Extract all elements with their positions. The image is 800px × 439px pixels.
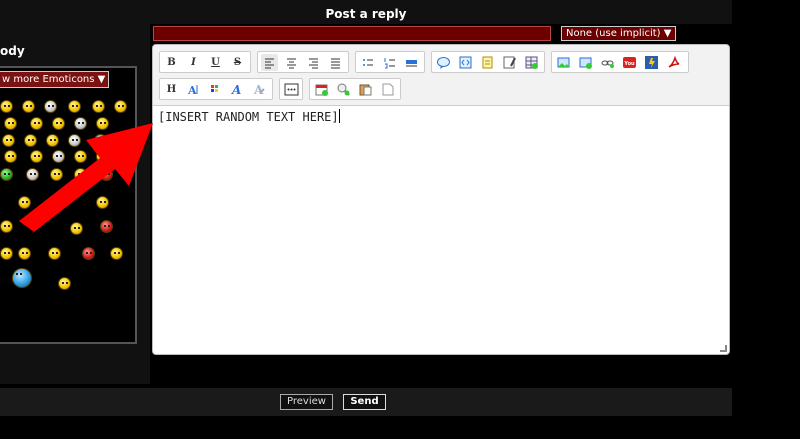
emoticon-icon[interactable] xyxy=(82,247,95,260)
font-family-icon[interactable]: A xyxy=(229,81,246,98)
flash-icon[interactable] xyxy=(643,54,660,71)
toolbar-group-media: You xyxy=(551,51,689,73)
emoticon-icon[interactable] xyxy=(0,100,13,113)
window-title-bar: Post a reply xyxy=(0,0,732,24)
youtube-icon[interactable]: You xyxy=(621,54,638,71)
document-icon[interactable] xyxy=(379,81,396,98)
svg-text:A: A xyxy=(231,83,241,97)
toolbar-group-align xyxy=(257,51,349,73)
font-size-icon[interactable]: A xyxy=(185,81,202,98)
attachment-icon[interactable] xyxy=(577,54,594,71)
clear-format-icon[interactable]: A xyxy=(251,81,268,98)
emoticon-icon[interactable] xyxy=(96,150,109,163)
toolbar-group-format: B I U S xyxy=(159,51,251,73)
body-label: ody xyxy=(0,44,25,58)
paste-icon[interactable] xyxy=(357,81,374,98)
emoticon-icon[interactable] xyxy=(74,117,87,130)
chevron-down-icon: ▼ xyxy=(97,74,106,85)
emoticon-icon[interactable] xyxy=(0,168,13,181)
emoticon-icon[interactable] xyxy=(18,247,31,260)
subject-input[interactable] xyxy=(153,26,551,41)
implicit-select[interactable]: None (use implicit) ▼ xyxy=(561,26,676,41)
emoticon-icon[interactable] xyxy=(68,134,81,147)
link-icon[interactable] xyxy=(599,54,616,71)
toolbar-group-insert xyxy=(431,51,545,73)
emoticon-icon[interactable] xyxy=(70,222,83,235)
italic-button[interactable]: I xyxy=(185,54,202,71)
color-icon[interactable] xyxy=(207,81,224,98)
emoticon-icon[interactable] xyxy=(52,117,65,130)
emoticon-icon[interactable] xyxy=(52,150,65,163)
toolbar-group-text-style: H A A A xyxy=(159,78,273,100)
emoticon-icon[interactable] xyxy=(58,277,71,290)
pdf-icon[interactable] xyxy=(665,54,682,71)
page-background xyxy=(732,0,800,439)
emoticon-icon[interactable] xyxy=(4,117,17,130)
emoticon-icon[interactable] xyxy=(74,168,87,181)
emoticon-icon[interactable] xyxy=(4,150,17,163)
image-icon[interactable] xyxy=(555,54,572,71)
more-emoticons-button[interactable]: w more Emoticons ▼ xyxy=(0,71,109,88)
note-icon[interactable] xyxy=(479,54,496,71)
emoticon-icon[interactable] xyxy=(114,100,127,113)
emoticon-icon[interactable] xyxy=(0,247,13,260)
emoticon-icon[interactable] xyxy=(46,134,59,147)
preview-button[interactable]: Preview xyxy=(280,394,333,410)
toolbar-group-lists xyxy=(355,51,425,73)
window-title: Post a reply xyxy=(325,7,407,21)
toolbar-group-clipboard xyxy=(309,78,401,100)
emoticon-icon[interactable] xyxy=(68,100,81,113)
message-text: [INSERT RANDOM TEXT HERE] xyxy=(158,110,339,124)
emoticon-icon[interactable] xyxy=(100,220,113,233)
emoticon-icon[interactable] xyxy=(22,100,35,113)
more-icon[interactable] xyxy=(283,81,300,98)
search-replace-icon[interactable] xyxy=(335,81,352,98)
emoticon-icon[interactable] xyxy=(2,134,15,147)
emoticon-icon[interactable] xyxy=(96,117,109,130)
numbered-list-icon[interactable] xyxy=(381,54,398,71)
code-icon[interactable] xyxy=(457,54,474,71)
bold-button[interactable]: B xyxy=(163,54,180,71)
emoticon-icon[interactable] xyxy=(26,168,39,181)
quote-icon[interactable] xyxy=(435,54,452,71)
send-button[interactable]: Send xyxy=(343,394,386,410)
align-justify-icon[interactable] xyxy=(327,54,344,71)
emoticon-icon[interactable] xyxy=(94,134,107,147)
emoticon-icon[interactable] xyxy=(50,168,63,181)
more-emoticons-label: w more Emoticons xyxy=(2,74,95,85)
align-right-icon[interactable] xyxy=(305,54,322,71)
emoticon-icon[interactable] xyxy=(12,268,32,288)
editor-toolbar: B I U S You H A A A xyxy=(153,45,729,106)
horizontal-rule-icon[interactable] xyxy=(403,54,420,71)
message-body[interactable]: [INSERT RANDOM TEXT HERE] xyxy=(158,109,340,124)
emoticon-icon[interactable] xyxy=(24,134,37,147)
bullet-list-icon[interactable] xyxy=(359,54,376,71)
underline-button[interactable]: U xyxy=(207,54,224,71)
heading-button[interactable]: H xyxy=(163,81,180,98)
align-center-icon[interactable] xyxy=(283,54,300,71)
table-icon[interactable] xyxy=(523,54,540,71)
emoticon-icon[interactable] xyxy=(74,150,87,163)
align-left-icon[interactable] xyxy=(261,54,278,71)
emoticon-icon[interactable] xyxy=(30,150,43,163)
date-icon[interactable] xyxy=(313,81,330,98)
emoticon-icon[interactable] xyxy=(96,196,109,209)
emoticon-icon[interactable] xyxy=(30,117,43,130)
emoticon-icon[interactable] xyxy=(114,134,127,147)
emoticon-icon[interactable] xyxy=(44,100,57,113)
svg-text:A: A xyxy=(187,84,197,97)
strikethrough-button[interactable]: S xyxy=(229,54,246,71)
text-caret xyxy=(338,109,340,123)
svg-text:You: You xyxy=(623,61,635,67)
emoticon-icon[interactable] xyxy=(92,100,105,113)
emoticon-icon[interactable] xyxy=(18,196,31,209)
emoticon-icon[interactable] xyxy=(0,220,13,233)
message-editor: B I U S You H A A A [INSERT RANDOM TEXT … xyxy=(152,44,730,355)
resize-handle-icon[interactable] xyxy=(720,345,727,352)
emoticon-icon[interactable] xyxy=(110,247,123,260)
edit-icon[interactable] xyxy=(501,54,518,71)
emoticon-icon[interactable] xyxy=(48,247,61,260)
emoticon-icon[interactable] xyxy=(100,168,113,181)
toolbar-group-more xyxy=(279,78,303,100)
